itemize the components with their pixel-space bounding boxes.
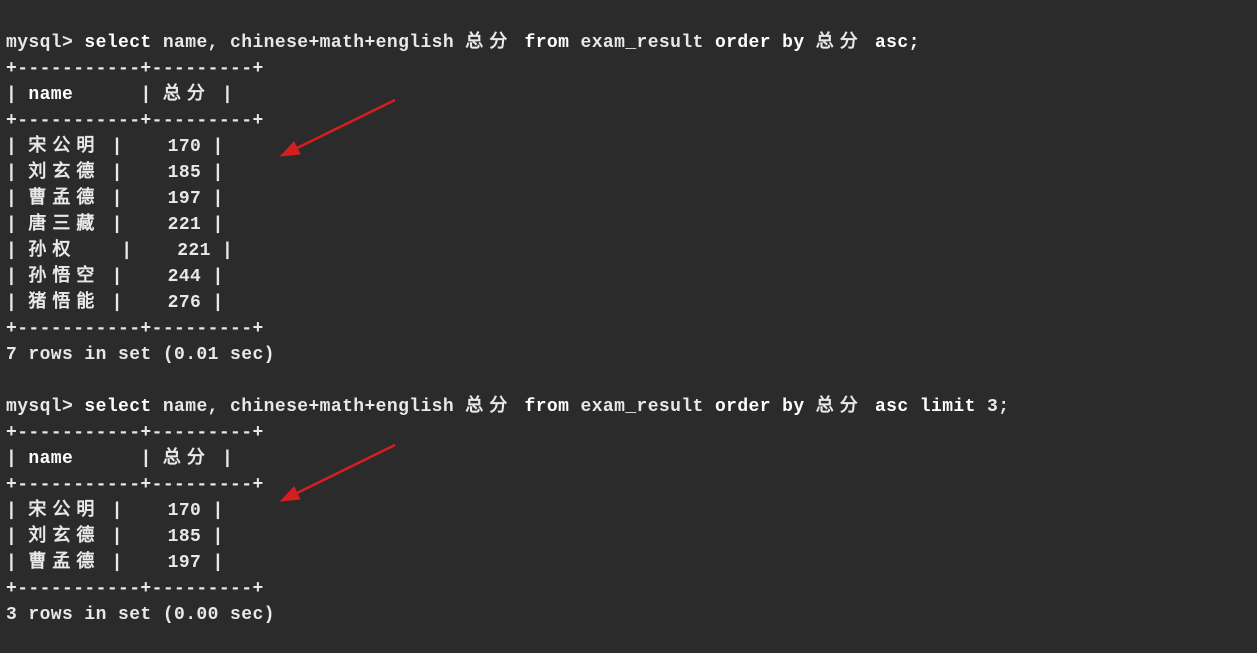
result-footer: 3 rows in set (0.00 sec) xyxy=(6,605,275,625)
table-border: | xyxy=(6,553,17,573)
sql-table: exam_result xyxy=(581,397,704,417)
table-border: | xyxy=(112,137,123,157)
table-border: | xyxy=(112,501,123,521)
cell-name: 宋公明 xyxy=(28,501,100,521)
col-header: 总分 xyxy=(163,85,211,105)
table-border: +-----------+---------+ xyxy=(6,423,264,443)
sql-alias: 总分 xyxy=(465,33,513,53)
table-border: | xyxy=(6,501,17,521)
cell-name: 宋公明 xyxy=(28,137,100,157)
table-border: | xyxy=(6,85,17,105)
cell-score: 221 xyxy=(168,215,202,235)
sql-literal: 3; xyxy=(987,397,1009,417)
table-border: | xyxy=(212,553,223,573)
cell-name: 刘玄德 xyxy=(28,163,100,183)
sql-keyword: asc; xyxy=(875,33,920,53)
cell-score: 185 xyxy=(168,527,202,547)
cell-score: 170 xyxy=(168,137,202,157)
cell-name: 刘玄德 xyxy=(28,527,100,547)
prompt: mysql> xyxy=(6,33,73,53)
table-border: | xyxy=(112,527,123,547)
sql-keyword: from xyxy=(525,397,570,417)
col-header: name xyxy=(28,449,73,469)
cell-score: 197 xyxy=(168,189,202,209)
col-header: 总分 xyxy=(163,449,211,469)
cell-score: 221 xyxy=(177,241,211,261)
sql-keyword: order by xyxy=(715,33,805,53)
result-footer: 7 rows in set (0.01 sec) xyxy=(6,345,275,365)
table-border: | xyxy=(6,215,17,235)
cell-score: 244 xyxy=(168,267,202,287)
table-border: | xyxy=(222,241,233,261)
table-border: | xyxy=(112,293,123,313)
cell-score: 185 xyxy=(168,163,202,183)
table-border: | xyxy=(121,241,132,261)
sql-alias: 总分 xyxy=(816,33,864,53)
table-border: | xyxy=(112,215,123,235)
table-border: | xyxy=(6,449,17,469)
sql-keyword: limit xyxy=(920,397,976,417)
table-border: +-----------+---------+ xyxy=(6,59,264,79)
table-border: +-----------+---------+ xyxy=(6,475,264,495)
sql-table: exam_result xyxy=(581,33,704,53)
table-border: | xyxy=(6,189,17,209)
table-border: | xyxy=(212,267,223,287)
table-border: | xyxy=(212,163,223,183)
sql-expr: name, chinese+math+english xyxy=(163,397,454,417)
col-header: name xyxy=(28,85,73,105)
table-border: | xyxy=(112,189,123,209)
sql-alias: 总分 xyxy=(816,397,864,417)
sql-keyword: order by xyxy=(715,397,805,417)
table-border: | xyxy=(140,449,151,469)
table-border: | xyxy=(6,267,17,287)
sql-alias: 总分 xyxy=(465,397,513,417)
table-border: | xyxy=(212,293,223,313)
table-border: | xyxy=(112,163,123,183)
table-border: | xyxy=(112,267,123,287)
cell-score: 276 xyxy=(168,293,202,313)
cell-name: 曹孟德 xyxy=(28,189,100,209)
table-border: | xyxy=(6,293,17,313)
table-border: | xyxy=(212,189,223,209)
table-border: | xyxy=(212,137,223,157)
table-border: | xyxy=(6,241,17,261)
table-border: +-----------+---------+ xyxy=(6,111,264,131)
table-border: | xyxy=(212,527,223,547)
cell-name: 曹孟德 xyxy=(28,553,100,573)
table-border: | xyxy=(212,215,223,235)
sql-keyword: select xyxy=(84,397,151,417)
table-border: | xyxy=(222,85,233,105)
cell-score: 197 xyxy=(168,553,202,573)
table-border: | xyxy=(222,449,233,469)
terminal-output: mysql> select name, chinese+math+english… xyxy=(0,0,1257,632)
table-border: +-----------+---------+ xyxy=(6,319,264,339)
table-border: | xyxy=(212,501,223,521)
table-border: | xyxy=(6,527,17,547)
table-border: | xyxy=(140,85,151,105)
table-border: | xyxy=(112,553,123,573)
sql-keyword: from xyxy=(525,33,570,53)
table-border: +-----------+---------+ xyxy=(6,579,264,599)
prompt: mysql> xyxy=(6,397,73,417)
cell-name: 唐三藏 xyxy=(28,215,100,235)
table-border: | xyxy=(6,163,17,183)
cell-score: 170 xyxy=(168,501,202,521)
sql-keyword: select xyxy=(84,33,151,53)
table-border: | xyxy=(6,137,17,157)
cell-name: 孙悟空 xyxy=(28,267,100,287)
sql-keyword: asc xyxy=(875,397,909,417)
cell-name: 猪悟能 xyxy=(28,293,100,313)
sql-expr: name, chinese+math+english xyxy=(163,33,454,53)
cell-name: 孙权 xyxy=(28,241,76,261)
